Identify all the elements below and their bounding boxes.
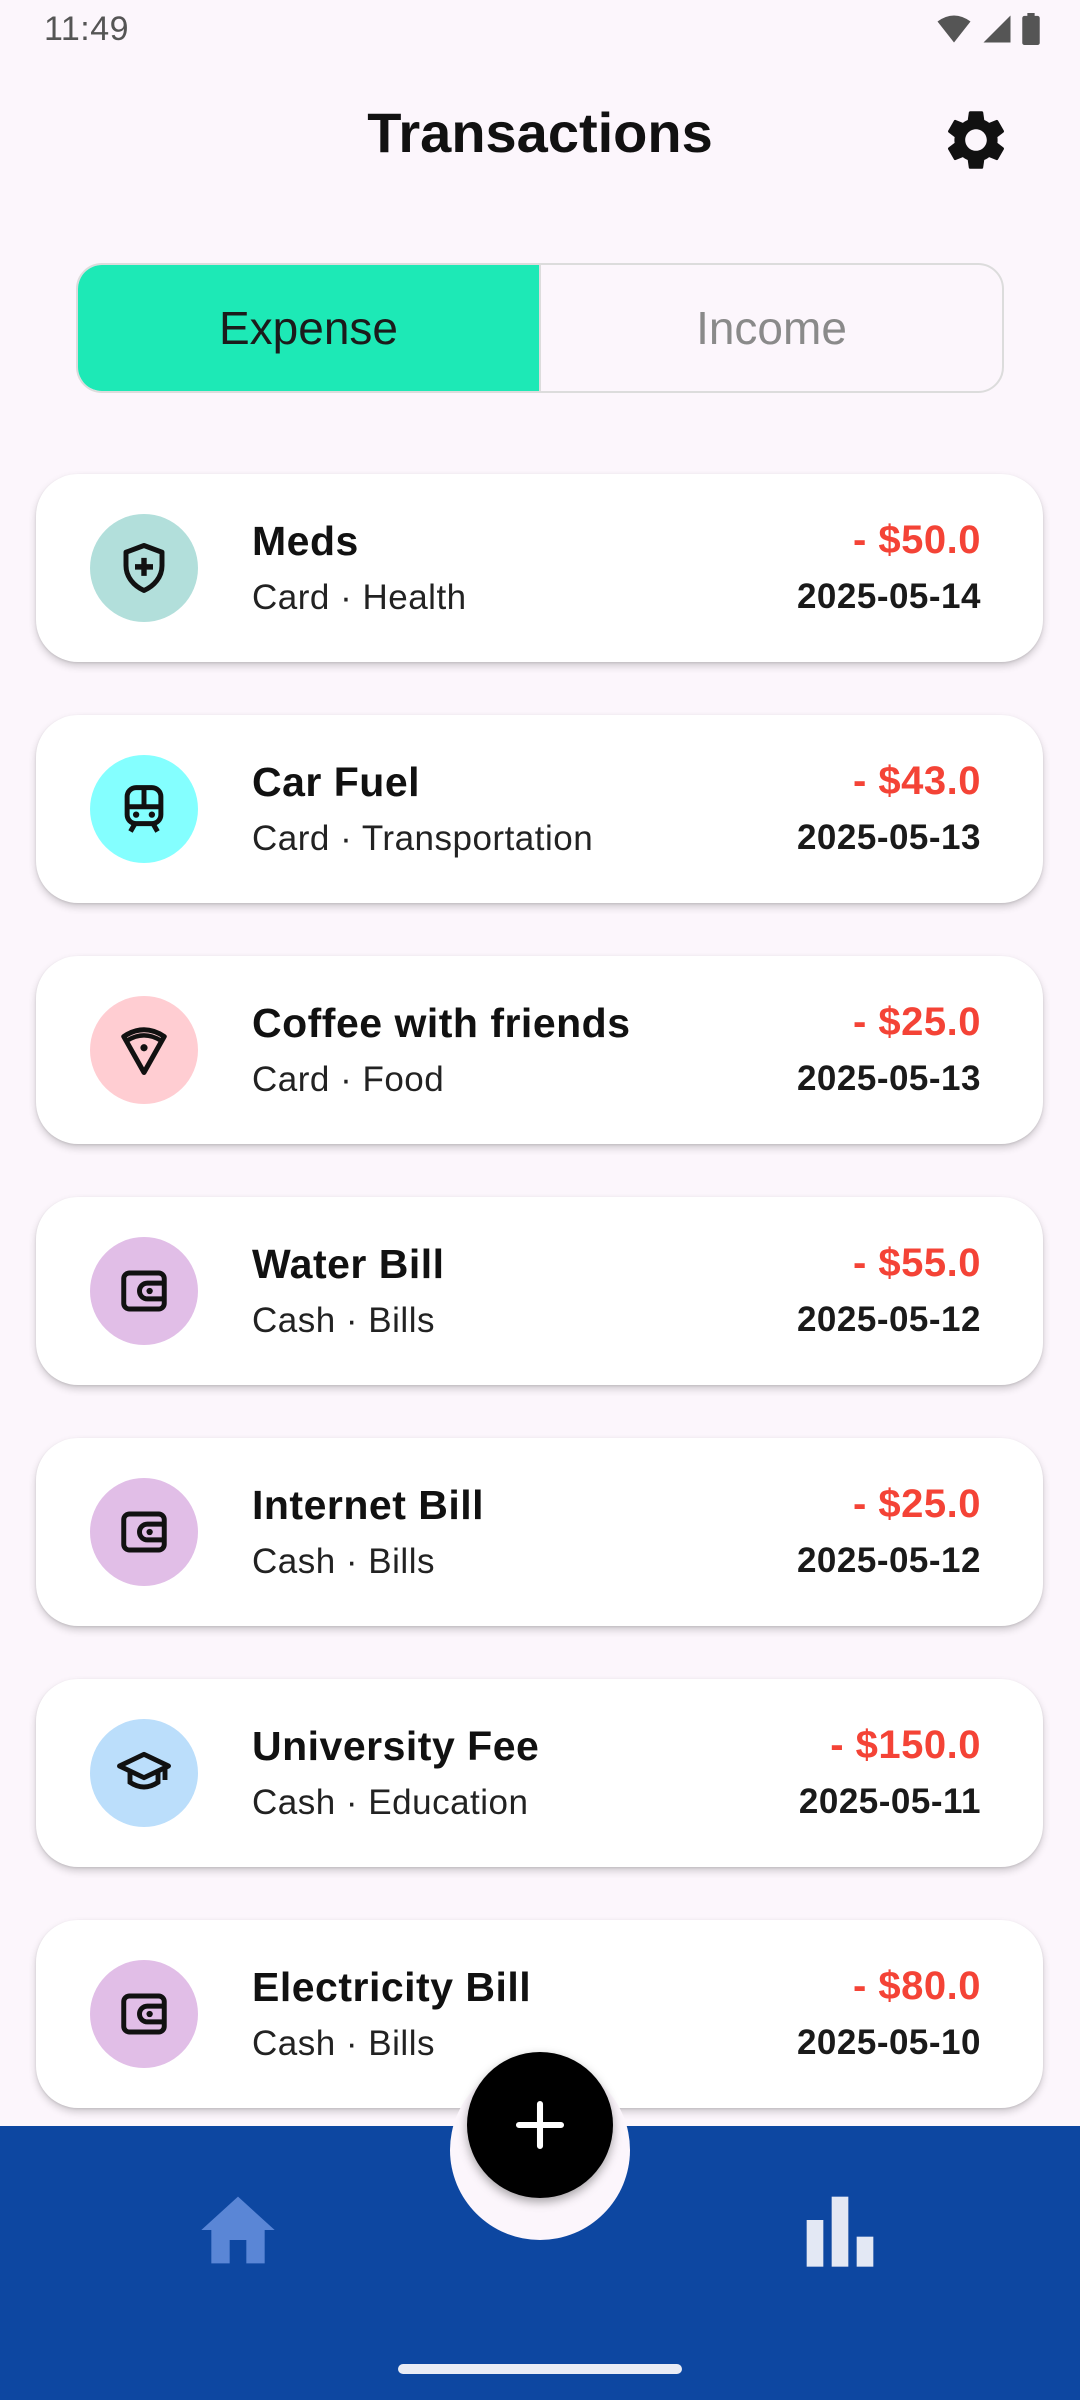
transaction-card[interactable]: Meds Card · Health - $50.0 2025-05-14 (36, 474, 1043, 662)
transaction-amount: - $80.0 (852, 1964, 981, 2008)
transaction-date: 2025-05-12 (796, 1300, 981, 1339)
wallet-icon (121, 1511, 167, 1553)
tab-income[interactable]: Income (539, 265, 1002, 391)
transaction-date: 2025-05-14 (796, 577, 981, 616)
type-toggle: Expense Income (76, 263, 1004, 393)
transaction-amount: - $55.0 (852, 1241, 981, 1285)
transaction-subtitle: Cash · Bills (252, 1301, 435, 1340)
add-transaction-button[interactable] (467, 2052, 613, 2198)
bar-chart-icon (806, 2196, 874, 2267)
category-avatar (90, 755, 198, 863)
shield-plus-icon (123, 543, 165, 593)
nav-statistics[interactable] (800, 2192, 880, 2268)
category-avatar (90, 1478, 198, 1586)
transaction-amount: - $50.0 (852, 518, 981, 562)
transaction-date: 2025-05-13 (796, 1059, 981, 1098)
transaction-title: Coffee with friends (252, 1000, 631, 1046)
transaction-amount: - $43.0 (852, 759, 981, 803)
pizza-icon (121, 1027, 167, 1075)
gear-icon (947, 111, 1005, 169)
transaction-title: Electricity Bill (252, 1964, 532, 2010)
gesture-bar[interactable] (398, 2364, 682, 2374)
transaction-subtitle: Cash · Bills (252, 1542, 435, 1581)
status-bar: 11:49 (0, 0, 1080, 60)
transaction-date: 2025-05-12 (796, 1541, 981, 1580)
train-icon (124, 785, 164, 833)
transaction-subtitle: Cash · Education (252, 1783, 529, 1822)
transaction-subtitle: Cash · Bills (252, 2024, 435, 2063)
transaction-amount: - $150.0 (830, 1723, 981, 1767)
settings-button[interactable] (940, 104, 1012, 176)
transaction-date: 2025-05-13 (796, 818, 981, 857)
transaction-subtitle: Card · Transportation (252, 819, 594, 858)
plus-icon (515, 2100, 565, 2150)
category-avatar (90, 996, 198, 1104)
wallet-icon (121, 1993, 167, 2035)
category-avatar (90, 1960, 198, 2068)
category-avatar (90, 1719, 198, 1827)
transaction-title: University Fee (252, 1723, 540, 1769)
tab-expense[interactable]: Expense (78, 265, 539, 391)
transaction-date: 2025-05-10 (796, 2023, 981, 2062)
wifi-icon (937, 15, 971, 43)
transaction-title: Internet Bill (252, 1482, 485, 1528)
transaction-title: Car Fuel (252, 759, 421, 805)
home-icon (201, 2196, 275, 2264)
transaction-title: Meds (252, 518, 359, 564)
transaction-card[interactable]: Internet Bill Cash · Bills - $25.0 2025-… (36, 1438, 1043, 1626)
transaction-card[interactable]: Coffee with friends Card · Food - $25.0 … (36, 956, 1043, 1144)
category-avatar (90, 1237, 198, 1345)
wallet-icon (121, 1270, 167, 1312)
status-time: 11:49 (44, 10, 130, 48)
nav-home[interactable] (198, 2192, 278, 2268)
battery-icon (1022, 13, 1040, 45)
graduation-cap-icon (117, 1751, 171, 1790)
transaction-date: 2025-05-11 (798, 1782, 981, 1821)
transaction-amount: - $25.0 (852, 1482, 981, 1526)
transaction-card[interactable]: University Fee Cash · Education - $150.0… (36, 1679, 1043, 1867)
category-avatar (90, 514, 198, 622)
signal-icon (983, 15, 1011, 43)
transaction-card[interactable]: Car Fuel Card · Transportation - $43.0 2… (36, 715, 1043, 903)
page-title: Transactions (367, 101, 713, 164)
transaction-subtitle: Card · Food (252, 1060, 445, 1099)
transaction-amount: - $25.0 (852, 1000, 981, 1044)
transaction-title: Water Bill (252, 1241, 445, 1287)
transaction-subtitle: Card · Health (252, 578, 467, 617)
transaction-card[interactable]: Water Bill Cash · Bills - $55.0 2025-05-… (36, 1197, 1043, 1385)
